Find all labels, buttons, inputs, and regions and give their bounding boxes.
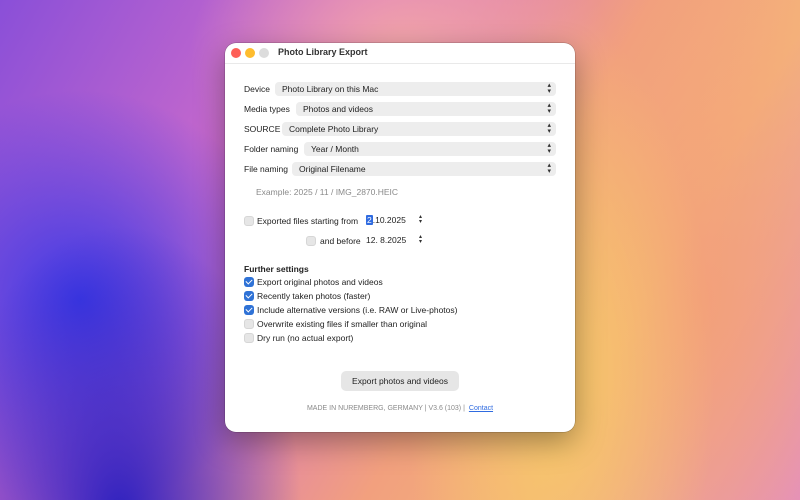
export-originals-label: Export original photos and videos [257,277,383,287]
titlebar: Photo Library Export [225,43,575,63]
recent-photos-checkbox[interactable] [244,291,254,301]
further-settings-heading: Further settings [244,264,309,274]
minimize-button[interactable] [245,48,255,58]
contact-link[interactable]: Contact [469,405,493,412]
file-naming-popup[interactable]: Original Filename ▴ ▾ [292,162,556,176]
dry-run-label: Dry run (no actual export) [257,333,354,343]
start-date-day[interactable]: 2 [366,215,373,225]
export-button[interactable]: Export photos and videos [341,371,459,391]
end-date-checkbox[interactable] [306,236,316,246]
source-value: Complete Photo Library [289,124,379,134]
export-originals-checkbox[interactable] [244,277,254,287]
recent-photos-label: Recently taken photos (faster) [257,291,371,301]
overwrite-checkbox[interactable] [244,319,254,329]
overwrite-label: Overwrite existing files if smaller than… [257,319,428,329]
naming-example: Example: 2025 / 11 / IMG_2870.HEIC [256,187,399,197]
stepper-icon[interactable]: ▴ ▾ [417,214,424,227]
footer-text: MADE IN NUREMBERG, GERMANY | V3.6 (103) … [306,405,465,412]
device-label: Device [244,84,270,94]
dry-run-checkbox[interactable] [244,333,254,343]
window-title: Photo Library Export [278,47,368,57]
alternative-versions-checkbox[interactable] [244,305,254,315]
device-value: Photo Library on this Mac [282,84,379,94]
start-date-field[interactable]: 2.10.2025 [366,215,406,227]
close-button[interactable] [231,48,241,58]
start-date-checkbox[interactable] [244,216,254,226]
chevron-updown-icon: ▴ ▾ [547,122,551,135]
chevron-updown-icon: ▴ ▾ [547,82,551,95]
footer: MADE IN NUREMBERG, GERMANY | V3.6 (103) … [225,405,575,412]
chevron-updown-icon: ▴ ▾ [547,102,551,115]
device-popup[interactable]: Photo Library on this Mac ▴ ▾ [275,82,556,96]
start-date-rest[interactable]: .10.2025 [373,215,406,225]
file-naming-label: File naming [244,164,288,174]
end-date-field[interactable]: 12. 8.2025 [366,235,406,247]
media-types-value: Photos and videos [303,104,373,114]
source-popup[interactable]: Complete Photo Library ▴ ▾ [282,122,556,136]
end-date-label: and before [320,236,361,246]
chevron-updown-icon: ▴ ▾ [547,162,551,175]
titlebar-divider [225,63,575,64]
folder-naming-popup[interactable]: Year / Month ▴ ▾ [304,142,556,156]
export-window: Photo Library Export Device Photo Librar… [225,43,575,432]
folder-naming-value: Year / Month [311,144,359,154]
source-label: SOURCE [244,124,281,134]
media-types-label: Media types [244,104,290,114]
stepper-icon[interactable]: ▴ ▾ [417,234,424,247]
folder-naming-label: Folder naming [244,144,299,154]
media-types-popup[interactable]: Photos and videos ▴ ▾ [296,102,556,116]
start-date-label: Exported files starting from [257,216,359,226]
zoom-button[interactable] [259,48,269,58]
chevron-updown-icon: ▴ ▾ [547,142,551,155]
end-date-value[interactable]: 12. 8.2025 [366,235,406,245]
file-naming-value: Original Filename [299,164,366,174]
alternative-versions-label: Include alternative versions (i.e. RAW o… [257,305,458,315]
